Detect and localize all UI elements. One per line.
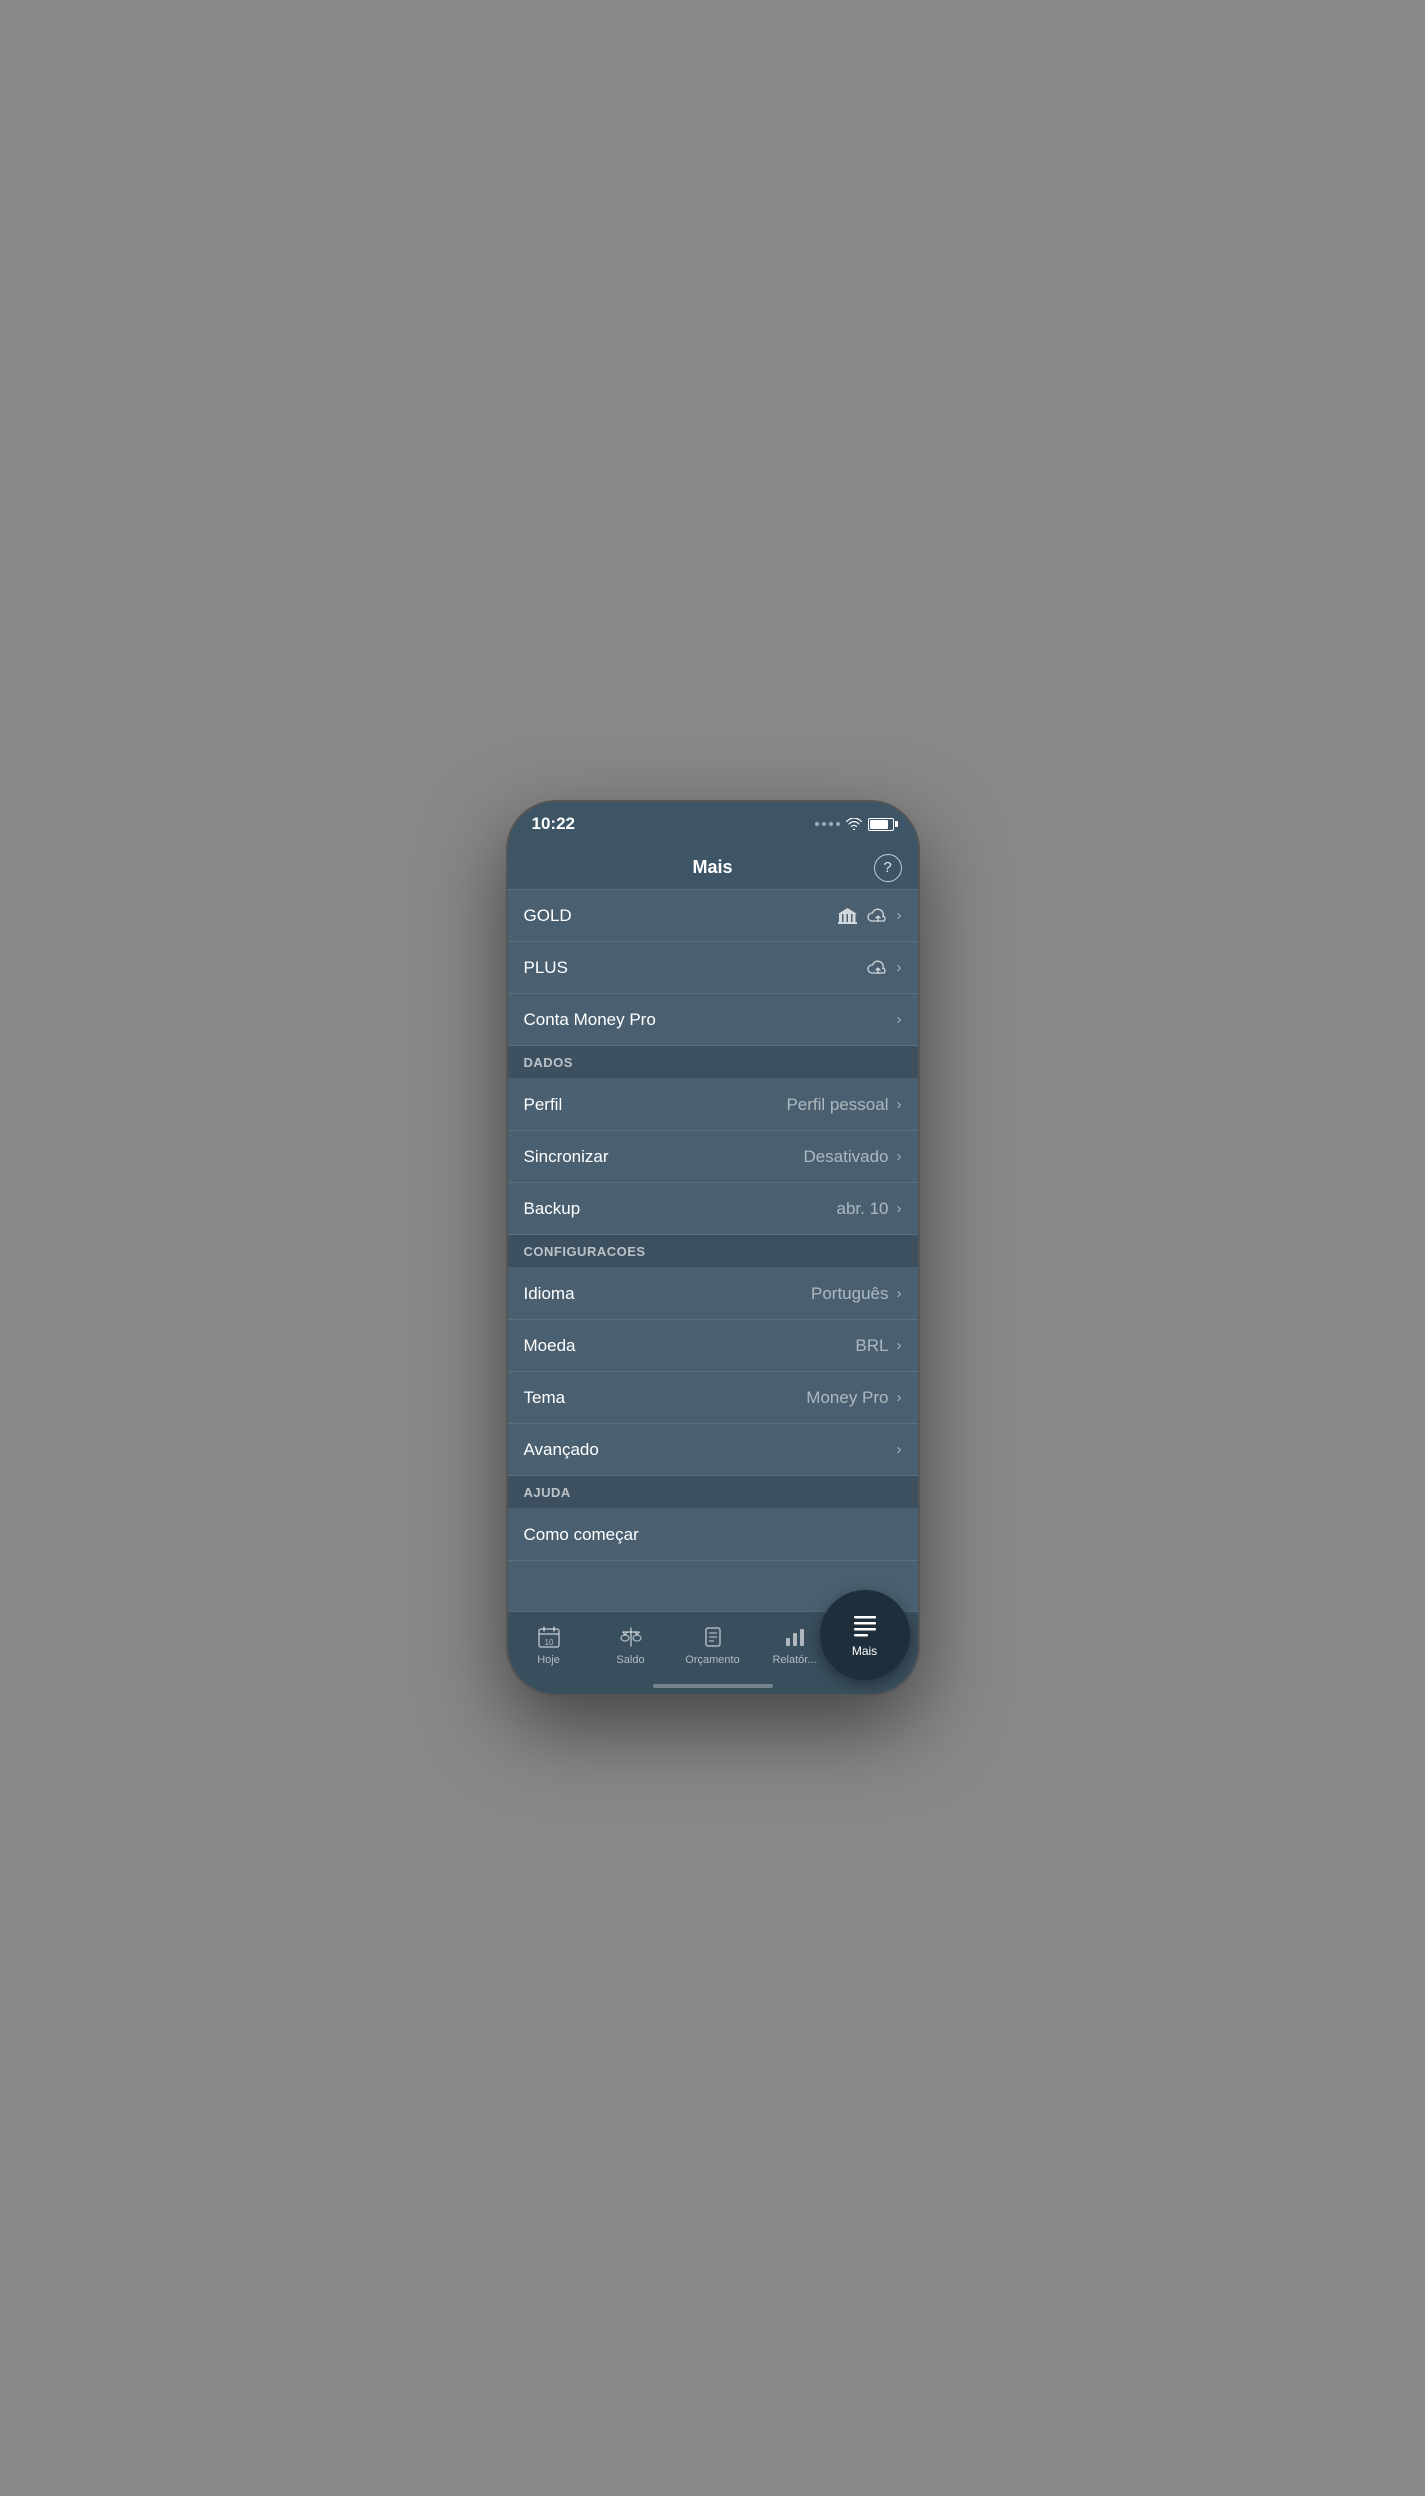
menu-item-avancado-right: ›	[897, 1441, 902, 1458]
tab-hoje-label: Hoje	[537, 1654, 560, 1666]
signal-dots-icon	[815, 822, 840, 826]
menu-item-moeda-label: Moeda	[524, 1336, 576, 1356]
tab-mais[interactable]: Mais	[820, 1590, 910, 1680]
menu-item-perfil[interactable]: Perfil Perfil pessoal ›	[508, 1079, 918, 1131]
nav-header: Mais ?	[508, 846, 918, 890]
chevron-icon: ›	[897, 1389, 902, 1406]
menu-item-perfil-right: Perfil pessoal ›	[786, 1095, 901, 1115]
status-icons	[815, 818, 894, 831]
phone-frame: 10:22 Mais ?	[506, 800, 920, 1696]
status-bar: 10:22	[508, 802, 918, 846]
section-header-ajuda: AJUDA	[508, 1476, 918, 1509]
chevron-icon: ›	[897, 907, 902, 924]
chevron-icon: ›	[897, 1096, 902, 1113]
tab-hoje[interactable]: 10 Hoje	[508, 1620, 590, 1670]
menu-item-perfil-value: Perfil pessoal	[786, 1095, 888, 1115]
cloud-sync-icon-2	[867, 959, 889, 977]
chevron-icon: ›	[897, 1200, 902, 1217]
menu-item-avancado[interactable]: Avançado ›	[508, 1424, 918, 1476]
menu-item-tema-right: Money Pro ›	[806, 1388, 901, 1408]
menu-item-backup-label: Backup	[524, 1199, 581, 1219]
menu-item-conta-right: ›	[897, 1011, 902, 1028]
budget-icon	[700, 1624, 726, 1650]
menu-item-tema-label: Tema	[524, 1388, 566, 1408]
menu-item-sincronizar-right: Desativado ›	[803, 1147, 901, 1167]
menu-item-backup[interactable]: Backup abr. 10 ›	[508, 1183, 918, 1235]
chevron-icon: ›	[897, 1285, 902, 1302]
menu-item-plus[interactable]: PLUS ›	[508, 942, 918, 994]
menu-item-como-comecar[interactable]: Como começar	[508, 1509, 918, 1561]
section-header-dados: DADOS	[508, 1046, 918, 1079]
menu-item-como-comecar-label: Como começar	[524, 1525, 639, 1545]
chevron-icon: ›	[897, 1011, 902, 1028]
wifi-icon	[846, 818, 862, 830]
menu-item-idioma-value: Português	[811, 1284, 889, 1304]
battery-icon	[868, 818, 894, 831]
tab-relatorios-label: Relatór...	[772, 1654, 816, 1666]
menu-item-gold-label: GOLD	[524, 906, 572, 926]
tab-mais-label: Mais	[852, 1644, 877, 1658]
svg-text:10: 10	[544, 1638, 553, 1647]
menu-item-idioma[interactable]: Idioma Português ›	[508, 1268, 918, 1320]
menu-item-moeda-value: BRL	[855, 1336, 888, 1356]
chevron-icon: ›	[897, 1441, 902, 1458]
menu-item-tema[interactable]: Tema Money Pro ›	[508, 1372, 918, 1424]
menu-item-backup-right: abr. 10 ›	[837, 1199, 902, 1219]
tab-orcamento[interactable]: Orçamento	[672, 1620, 754, 1670]
menu-item-sincronizar-label: Sincronizar	[524, 1147, 609, 1167]
menu-item-avancado-label: Avançado	[524, 1440, 599, 1460]
menu-item-conta[interactable]: Conta Money Pro ›	[508, 994, 918, 1046]
menu-item-plus-label: PLUS	[524, 958, 568, 978]
chevron-icon: ›	[897, 1148, 902, 1165]
menu-item-moeda-right: BRL ›	[855, 1336, 901, 1356]
menu-scroll-area[interactable]: GOLD › PLUS	[508, 890, 918, 1615]
section-header-config-label: CONFIGURACOES	[524, 1244, 646, 1259]
page-title: Mais	[692, 857, 732, 878]
menu-item-backup-value: abr. 10	[837, 1199, 889, 1219]
section-header-ajuda-label: AJUDA	[524, 1485, 571, 1500]
cloud-sync-icon	[867, 907, 889, 925]
mais-list-icon	[850, 1612, 880, 1640]
menu-item-sincronizar-value: Desativado	[803, 1147, 888, 1167]
calendar-icon: 10	[536, 1624, 562, 1650]
menu-item-idioma-label: Idioma	[524, 1284, 575, 1304]
chevron-icon: ›	[897, 1337, 902, 1354]
tab-saldo[interactable]: Saldo	[590, 1620, 672, 1670]
tab-orcamento-label: Orçamento	[685, 1654, 739, 1666]
tab-saldo-label: Saldo	[616, 1654, 644, 1666]
help-button[interactable]: ?	[874, 854, 902, 882]
menu-item-gold[interactable]: GOLD ›	[508, 890, 918, 942]
home-indicator	[653, 1684, 773, 1688]
menu-item-gold-right: ›	[837, 906, 902, 926]
status-time: 10:22	[532, 814, 575, 834]
menu-item-sincronizar[interactable]: Sincronizar Desativado ›	[508, 1131, 918, 1183]
section-header-dados-label: DADOS	[524, 1055, 573, 1070]
menu-item-plus-right: ›	[867, 959, 902, 977]
section-header-config: CONFIGURACOES	[508, 1235, 918, 1268]
menu-item-tema-value: Money Pro	[806, 1388, 888, 1408]
menu-item-moeda[interactable]: Moeda BRL ›	[508, 1320, 918, 1372]
chevron-icon: ›	[897, 959, 902, 976]
balance-icon	[618, 1624, 644, 1650]
chart-icon	[782, 1624, 808, 1650]
bank-icon	[837, 906, 859, 926]
menu-item-perfil-label: Perfil	[524, 1095, 563, 1115]
menu-item-conta-label: Conta Money Pro	[524, 1010, 656, 1030]
menu-item-idioma-right: Português ›	[811, 1284, 902, 1304]
